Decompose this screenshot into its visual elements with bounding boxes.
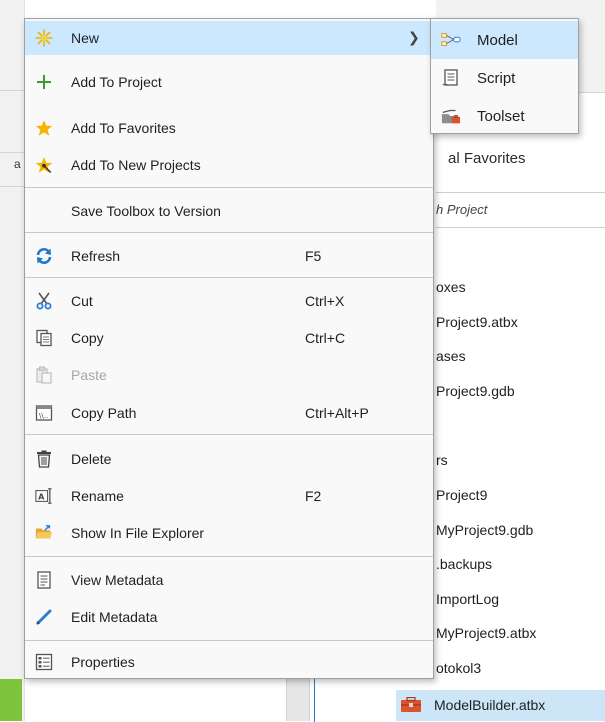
svg-text:A: A: [38, 492, 45, 502]
menu-item-delete[interactable]: Delete: [25, 442, 433, 476]
menu-item-add-to-project[interactable]: Add To Project: [25, 65, 433, 99]
status-green-bar: [0, 679, 22, 721]
menu-item-label: Copy Path: [71, 405, 137, 421]
toolset-icon: [441, 107, 461, 125]
menu-item-shortcut: Ctrl+Alt+P: [305, 405, 369, 421]
menu-item-label: Add To Project: [71, 74, 162, 90]
menu-item-label: Rename: [71, 488, 124, 504]
menu-item-label: Refresh: [71, 248, 121, 264]
submenu-item-script[interactable]: Script: [431, 59, 578, 97]
submenu-item-label: Toolset: [477, 108, 525, 125]
left-fragment-text: a: [14, 157, 21, 171]
submenu-item-label: Script: [477, 70, 516, 87]
scissors-icon: [35, 292, 53, 310]
menu-item-properties[interactable]: Properties: [25, 645, 433, 679]
document-icon: [35, 571, 53, 589]
tree-item[interactable]: ImportLog: [436, 591, 499, 607]
menu-item-paste[interactable]: Paste: [25, 358, 433, 392]
menu-item-shortcut: Ctrl+X: [305, 293, 345, 309]
menu-item-edit-metadata[interactable]: Edit Metadata: [25, 600, 433, 634]
svg-text:\\..: \\..: [39, 412, 48, 420]
submenu-item-model[interactable]: Model: [431, 21, 578, 59]
tree-item[interactable]: ases: [436, 348, 466, 364]
star-icon: [35, 119, 53, 137]
search-input[interactable]: h Project: [436, 192, 605, 228]
context-menu: New ❯ Add To Project Add To Favorites Ad…: [24, 18, 434, 679]
menu-item-add-to-favorites[interactable]: Add To Favorites: [25, 111, 433, 145]
submenu-item-toolset[interactable]: Toolset: [431, 97, 578, 135]
tree-item[interactable]: MyProject9.gdb: [436, 522, 533, 538]
properties-icon: [35, 653, 53, 671]
tree-item[interactable]: Project9.gdb: [436, 383, 515, 399]
menu-item-label: Save Toolbox to Version: [71, 203, 221, 219]
menu-separator: [25, 434, 433, 435]
star-pin-icon: [35, 156, 53, 174]
menu-item-shortcut: F5: [305, 248, 322, 264]
menu-item-save-toolbox-to-version[interactable]: Save Toolbox to Version: [25, 194, 433, 228]
new-sparkle-icon: [35, 29, 53, 47]
tree-item[interactable]: Project9: [436, 487, 487, 503]
menu-item-shortcut: Ctrl+C: [305, 330, 346, 346]
tree-item-selected[interactable]: ModelBuilder.atbx: [396, 690, 605, 721]
tree-item-label: ModelBuilder.atbx: [434, 697, 546, 713]
menu-separator: [25, 640, 433, 641]
menu-item-label: Add To New Projects: [71, 157, 201, 173]
tree-item[interactable]: rs: [436, 452, 448, 468]
tree-item[interactable]: Project9.atbx: [436, 314, 518, 330]
menu-item-label: Paste: [71, 367, 107, 383]
menu-item-label: Cut: [71, 293, 93, 309]
menu-item-copy[interactable]: Copy Ctrl+C: [25, 321, 433, 355]
menu-item-rename[interactable]: A Rename F2: [25, 479, 433, 513]
search-placeholder: h Project: [436, 202, 488, 217]
left-panel: a: [0, 0, 25, 721]
plus-icon: [35, 73, 53, 91]
scrollbar[interactable]: [286, 679, 310, 721]
refresh-icon: [35, 247, 53, 265]
tree-item[interactable]: otokol3: [436, 660, 481, 676]
menu-item-cut[interactable]: Cut Ctrl+X: [25, 284, 433, 318]
menu-separator: [25, 277, 433, 278]
script-icon: [441, 69, 461, 87]
paste-icon: [35, 366, 53, 384]
rename-icon: A: [35, 487, 53, 505]
menu-item-label: New: [71, 30, 100, 46]
menu-item-label: Add To Favorites: [71, 120, 176, 136]
menu-separator: [25, 187, 433, 188]
copy-path-icon: \\..: [35, 404, 53, 422]
toolbox-icon: [400, 696, 422, 713]
menu-item-label: Copy: [71, 330, 104, 346]
menu-item-label: View Metadata: [71, 572, 164, 588]
submenu-item-label: Model: [477, 32, 518, 49]
menu-item-add-to-new-projects[interactable]: Add To New Projects: [25, 148, 433, 182]
menu-item-refresh[interactable]: Refresh F5: [25, 239, 433, 273]
menu-item-new[interactable]: New ❯: [25, 21, 433, 55]
menu-item-show-in-file-explorer[interactable]: Show In File Explorer: [25, 516, 433, 550]
submenu-new: Model Script Toolset: [430, 18, 579, 134]
pencil-icon: [35, 608, 53, 626]
chevron-right-icon: ❯: [408, 29, 420, 45]
menu-item-label: Delete: [71, 451, 112, 467]
menu-item-copy-path[interactable]: \\.. Copy Path Ctrl+Alt+P: [25, 396, 433, 430]
menu-item-shortcut: F2: [305, 488, 322, 504]
folder-open-icon: [35, 524, 53, 542]
menu-item-view-metadata[interactable]: View Metadata: [25, 563, 433, 597]
menu-separator: [25, 556, 433, 557]
trash-icon: [35, 450, 53, 468]
tree-item[interactable]: .backups: [436, 556, 492, 572]
menu-item-label: Edit Metadata: [71, 609, 158, 625]
tab-favorites[interactable]: al Favorites: [448, 150, 526, 167]
tree-item[interactable]: oxes: [436, 279, 466, 295]
menu-item-label: Properties: [71, 654, 135, 670]
copy-icon: [35, 329, 53, 347]
menu-separator: [25, 232, 433, 233]
tree-item[interactable]: MyProject9.atbx: [436, 625, 536, 641]
menu-item-label: Show In File Explorer: [71, 525, 205, 541]
model-icon: [441, 31, 461, 49]
